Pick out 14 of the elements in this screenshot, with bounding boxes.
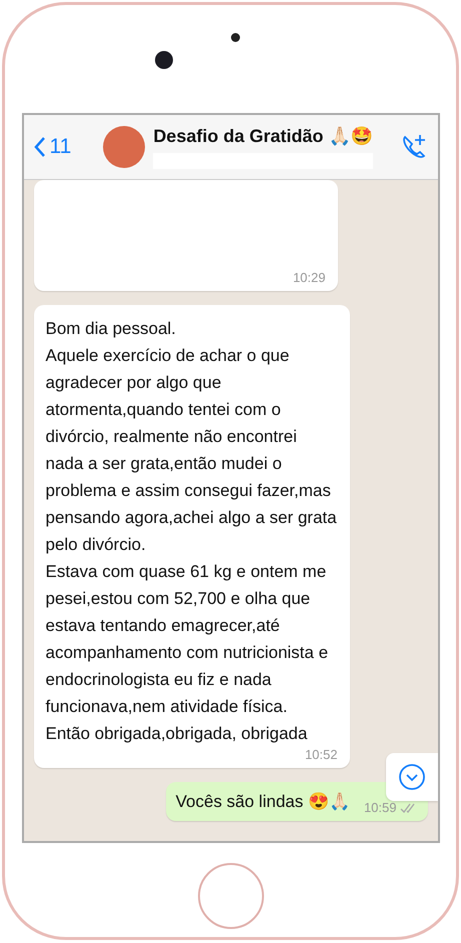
message-time: 10:59 bbox=[364, 800, 416, 815]
message-text: Bom dia pessoal. Aquele exercício de achar o que agradecer por algo que atormenta,quando tentei com o divórcio, realmente não encontrei nada a ser grata,então mudei o problema e assim consegui fazer,mas pensando agora,achei algo a ser grata pelo divórcio. Estava com quase 61 kg e ontem me pesei,estou com 52,700 e olha que estava tentando emagrecer,até acompanhamento com nutricionista e endocrinologista eu fiz e nada funcionava,nem atividade física. Então obrigada,obrigada, obrigada bbox=[46, 318, 338, 745]
scroll-down-button[interactable] bbox=[386, 753, 438, 801]
group-avatar bbox=[103, 126, 146, 168]
message-text: Vocês são lindas 😍🙏🏻 bbox=[176, 791, 350, 813]
chat-title: Desafio da Gratidão 🙏🏻🤩 bbox=[153, 125, 374, 147]
chevron-left-icon bbox=[34, 136, 46, 158]
message-time: 10:29 bbox=[292, 270, 326, 285]
back-button[interactable]: 11 bbox=[34, 135, 72, 159]
message-time: 10:52 bbox=[304, 747, 338, 762]
double-check-icon bbox=[400, 802, 416, 812]
chevron-down-circle-icon bbox=[398, 763, 426, 791]
sensor-icon bbox=[231, 33, 240, 42]
camera-icon bbox=[155, 51, 173, 69]
